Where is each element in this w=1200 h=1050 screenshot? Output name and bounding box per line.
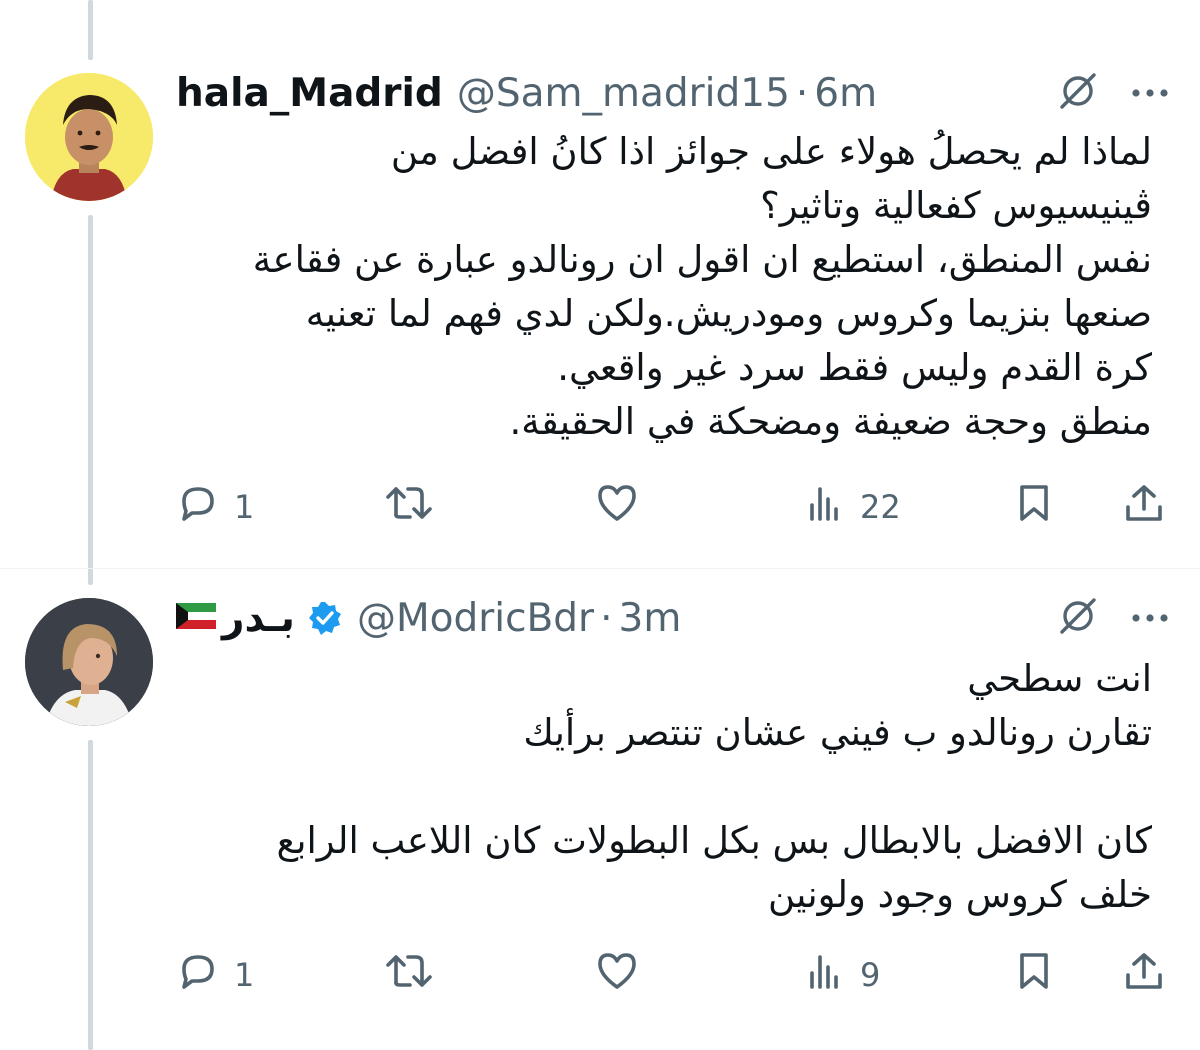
bookmark-icon: [1014, 949, 1054, 1001]
tweet-text-line: كان الافضل بالابطال بس بكل البطولات كان …: [276, 819, 1152, 862]
views-icon: [806, 481, 846, 533]
reply-button[interactable]: 1: [176, 950, 254, 1000]
header-actions: [1056, 593, 1170, 643]
timestamp[interactable]: 6m: [814, 71, 877, 116]
tweet-actions: 1: [176, 482, 1172, 532]
tweet-text-line: تقارن رونالدو ب فيني عشان تنتصر برأيك: [523, 711, 1152, 754]
share-button[interactable]: [1122, 950, 1166, 1000]
views-icon: [806, 949, 846, 1001]
view-count: 9: [860, 956, 881, 994]
share-button[interactable]: [1122, 482, 1166, 532]
view-count: 22: [860, 488, 901, 526]
tweet-text-line: كرة القدم وليس فقط سرد غير واقعي.: [557, 346, 1152, 389]
views-button[interactable]: 22: [806, 482, 901, 532]
tweet-text-line: لماذا لم يحصلُ هولاء على جوائز اذا كانُ …: [390, 130, 1152, 173]
kuwait-flag-icon: [176, 603, 216, 633]
tweet-text-line: انت سطحي: [967, 657, 1152, 700]
more-icon[interactable]: [1130, 609, 1170, 628]
share-icon: [1122, 481, 1166, 533]
display-name[interactable]: hala_Madrid: [176, 71, 443, 116]
share-icon: [1122, 949, 1166, 1001]
tweet-header: hala_Madrid @Sam_madrid15 · 6m: [176, 68, 1170, 118]
like-button[interactable]: [594, 950, 654, 1000]
reply-icon: [176, 481, 220, 533]
header-actions: [1056, 68, 1170, 118]
grok-icon[interactable]: [1056, 69, 1100, 117]
tweet-text-line: ڤينيسيوس كفعالية وتاثير؟: [760, 184, 1152, 227]
bookmark-button[interactable]: [1014, 482, 1054, 532]
reply-count: 1: [234, 956, 255, 994]
tweet-header: بـدر @ModricBdr · 3m: [176, 593, 1170, 643]
handle[interactable]: @ModricBdr: [357, 596, 594, 641]
like-icon: [594, 949, 640, 1001]
handle[interactable]: @Sam_madrid15: [457, 71, 790, 116]
timestamp[interactable]: 3m: [619, 596, 682, 641]
reply-count: 1: [234, 488, 255, 526]
tweet-text-line: خلف كروس وجود ولونين: [768, 873, 1152, 916]
bookmark-button[interactable]: [1014, 950, 1054, 1000]
retweet-button[interactable]: [384, 950, 448, 1000]
tweet[interactable]: بـدر @ModricBdr · 3m انت سطحي تقارن رونا…: [0, 570, 1200, 1050]
tweet-divider: [0, 568, 1200, 569]
grok-icon[interactable]: [1056, 594, 1100, 642]
more-icon[interactable]: [1130, 84, 1170, 103]
avatar[interactable]: [25, 598, 153, 726]
tweet-text-line: منطق وحجة ضعيفة ومضحكة في الحقيقة.: [509, 400, 1152, 443]
avatar[interactable]: [25, 73, 153, 201]
tweet-text-line: صنعها بنزيما وكروس ومودريش.ولكن لدي فهم …: [305, 292, 1152, 335]
verified-badge-icon: [307, 600, 343, 636]
retweet-icon: [384, 949, 434, 1001]
tweet-text: لماذا لم يحصلُ هولاء على جوائز اذا كانُ …: [176, 125, 1152, 449]
like-icon: [594, 481, 640, 533]
tweet-text-line: نفس المنطق، استطيع ان اقول ان رونالدو عب…: [252, 238, 1152, 281]
views-button[interactable]: 9: [806, 950, 880, 1000]
reply-icon: [176, 949, 220, 1001]
reply-button[interactable]: 1: [176, 482, 254, 532]
display-name[interactable]: بـدر: [222, 596, 295, 641]
retweet-icon: [384, 481, 434, 533]
like-button[interactable]: [594, 482, 654, 532]
tweet-actions: 1: [176, 950, 1172, 1000]
bookmark-icon: [1014, 481, 1054, 533]
retweet-button[interactable]: [384, 482, 448, 532]
display-name-group[interactable]: بـدر: [176, 596, 295, 641]
tweet[interactable]: hala_Madrid @Sam_madrid15 · 6m لماذا لم …: [0, 0, 1200, 560]
separator: ·: [795, 70, 809, 116]
tweet-text: انت سطحي تقارن رونالدو ب فيني عشان تنتصر…: [176, 652, 1152, 922]
separator: ·: [600, 595, 613, 641]
